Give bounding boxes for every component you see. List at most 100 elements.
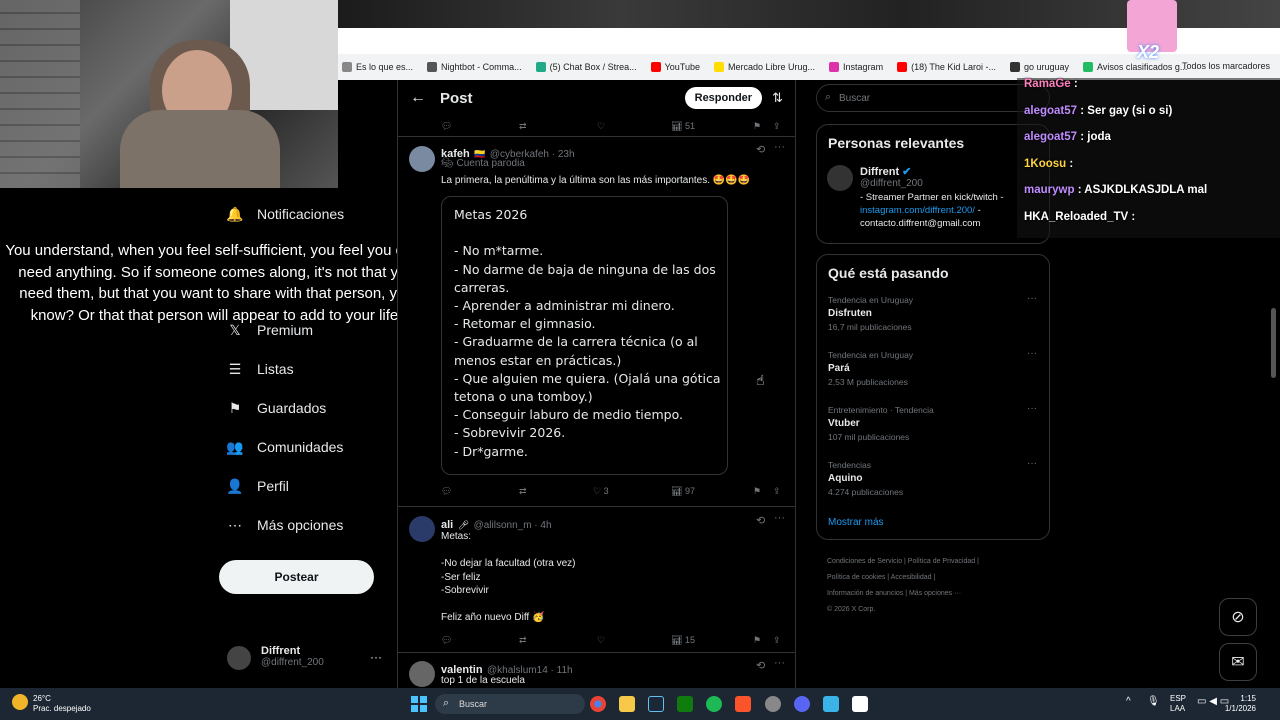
avatar[interactable]	[409, 516, 435, 542]
reply-icon[interactable]: 💬︎	[441, 121, 519, 132]
account-avatar[interactable]	[227, 646, 251, 670]
like-icon[interactable]: ♡ 3	[593, 486, 671, 497]
reply-icon[interactable]: 💬︎	[441, 486, 519, 497]
post-button[interactable]: Postear	[219, 560, 374, 594]
trend-more-icon[interactable]: ···	[1027, 403, 1037, 414]
file-explorer-icon[interactable]	[619, 696, 635, 712]
sidebar-item-bookmark[interactable]: ⚑ Guardados	[227, 400, 327, 417]
sidebar-item-more[interactable]: ⋯ Más opciones	[227, 517, 343, 534]
post-feed: ← Post Responder ⇅ 💬︎ ⇄ ♡ 📊︎ 51 ⚑ ⇪ kafe…	[397, 80, 796, 688]
avatar[interactable]	[409, 146, 435, 172]
bookmark-favicon-icon	[342, 62, 352, 72]
relevant-name[interactable]: Diffrent	[860, 166, 899, 178]
sidebar-item-profile[interactable]: 👤 Perfil	[226, 478, 289, 495]
views-icon[interactable]: 📊︎ 15	[671, 635, 753, 646]
language-indicator[interactable]: ESP LAA	[1170, 694, 1186, 714]
trend-more-icon[interactable]: ···	[1027, 293, 1037, 304]
tweet-valentin[interactable]: valentin @khalslum14 · 11h ⟲ ··· top 1 d…	[398, 652, 795, 688]
spotify-icon[interactable]	[706, 696, 722, 712]
share-icon[interactable]: ⇪	[773, 121, 781, 132]
sidebar-item-list[interactable]: ☰ Listas	[227, 361, 294, 378]
avatar[interactable]	[409, 661, 435, 687]
bookmark-icon[interactable]: ⚑	[753, 121, 773, 132]
like-icon[interactable]: ♡	[597, 635, 671, 646]
bookmark-favicon-icon	[650, 62, 661, 72]
trend-item[interactable]: Tendencia en Uruguay Pará 2,53 M publicaci…	[828, 350, 913, 387]
weather-icon[interactable]	[12, 694, 28, 710]
account-switcher[interactable]: Diffrent @diffrent_200	[261, 645, 324, 668]
share-icon[interactable]: ⇪	[773, 635, 781, 646]
xbox-icon[interactable]	[677, 696, 693, 712]
settings-icon[interactable]	[765, 696, 781, 712]
trend-name: Aquino	[828, 473, 863, 484]
bell-icon: 🔔	[226, 205, 244, 222]
chat-text: : ASJKDLKASJDLA mal	[1074, 184, 1208, 196]
bookmark-icon[interactable]: ⚑	[753, 635, 773, 646]
repost-icon[interactable]: ⇄	[519, 486, 593, 497]
bookmark-item[interactable]: (18) The Kid Laroi -...	[897, 62, 996, 72]
grok-icon[interactable]: ⟲	[756, 143, 765, 156]
brave-icon[interactable]	[735, 696, 751, 712]
reply-icon[interactable]: 💬︎	[441, 635, 519, 646]
sidebar-item-bell[interactable]: 🔔 Notificaciones	[226, 205, 344, 223]
filter-icon[interactable]: ⇅	[772, 90, 783, 106]
footer-row[interactable]: Información de anuncios | Más opciones ·…	[827, 586, 979, 602]
bookmark-item[interactable]: YouTube	[650, 62, 700, 72]
capcut-icon[interactable]	[852, 696, 868, 712]
bookmark-item[interactable]: Mercado Libre Urug...	[714, 62, 815, 72]
bookmark-item[interactable]: Nightbot - Comma...	[427, 62, 522, 72]
show-more-link[interactable]: Mostrar más	[828, 517, 884, 528]
chrome-icon[interactable]	[590, 696, 606, 712]
repost-icon[interactable]: ⇄	[519, 635, 597, 646]
bookmark-item[interactable]: go uruguay	[1009, 62, 1069, 72]
messages-button[interactable]: ✉	[1219, 643, 1257, 681]
grok-button[interactable]: ⊘	[1219, 598, 1257, 636]
bookmark-item[interactable]: Es lo que es...	[342, 62, 413, 72]
footer-row[interactable]: Condiciones de Servicio | Política de Pr…	[827, 554, 979, 570]
taskbar-search[interactable]: ⌕ Buscar	[435, 694, 585, 714]
taskbar-clock[interactable]: 1:15 1/1/2026	[1225, 694, 1256, 714]
footer-row[interactable]: Política de cookies | Accesibilidad |	[827, 570, 979, 586]
tray-chevron-icon[interactable]: ^	[1126, 696, 1131, 707]
tweet-more-icon[interactable]: ···	[774, 657, 785, 669]
bookmark-favicon-icon	[427, 62, 438, 72]
trend-item[interactable]: Tendencias Aquino 4.274 publicaciones	[828, 460, 903, 497]
chat-text: :	[1066, 157, 1074, 170]
tweet-more-icon[interactable]: ···	[774, 141, 785, 153]
back-arrow-icon[interactable]: ←	[410, 89, 440, 107]
bookmark-item[interactable]: Instagram	[829, 62, 883, 72]
grok-icon[interactable]: ⟲	[756, 659, 765, 672]
avatar[interactable]	[827, 165, 853, 191]
microphone-icon[interactable]: 🎙︎	[1147, 696, 1160, 707]
trend-item[interactable]: Entretenimiento · Tendencia Vtuber 107 mil…	[828, 405, 934, 442]
bookmark-item[interactable]: Avisos clasificados g...	[1083, 62, 1187, 72]
trend-more-icon[interactable]: ···	[1027, 348, 1037, 359]
share-icon[interactable]: ⇪	[773, 486, 781, 497]
discord-icon[interactable]	[794, 696, 810, 712]
views-icon[interactable]: 📊︎ 97	[671, 486, 753, 497]
tweet-ali[interactable]: ali 🎤︎ @alilsonn_m · 4h ⟲ ··· Metas: -No …	[398, 506, 795, 652]
bookmark-icon[interactable]: ⚑	[753, 486, 773, 497]
trend-more-icon[interactable]: ···	[1027, 458, 1037, 469]
repost-icon[interactable]: ⇄	[519, 121, 597, 132]
grok-icon[interactable]: ⟲	[756, 514, 765, 527]
reply-button[interactable]: Responder	[684, 87, 763, 109]
notepad-icon[interactable]	[823, 696, 839, 712]
start-icon[interactable]	[411, 696, 427, 712]
views-icon[interactable]: 📊︎ 51	[671, 121, 753, 132]
weather-widget[interactable]: 26°C Prac. despejado	[33, 694, 91, 714]
tweet-more-icon[interactable]: ···	[774, 512, 785, 524]
search-input[interactable]: ⌕ Buscar	[816, 84, 1050, 112]
steam-icon[interactable]	[648, 696, 664, 712]
relevant-link[interactable]: instagram.com/diffrent.200/	[860, 205, 975, 216]
bookmark-item[interactable]: (5) Chat Box / Strea...	[535, 62, 637, 72]
tweet-image[interactable]: Metas 2026 - No m*tarme. - No darme de b…	[441, 196, 728, 475]
all-bookmarks-link[interactable]: Todos los marcadores	[1182, 61, 1270, 71]
like-icon[interactable]: ♡	[597, 121, 671, 132]
trend-name: Vtuber	[828, 418, 860, 429]
tweet-kafeh[interactable]: kafeh 🇨🇴 @cyberkafeh · 23h ⟲ ··· 🎭︎ Cuen…	[398, 136, 795, 506]
trend-item[interactable]: Tendencia en Uruguay Disfruten 16,7 mil pu…	[828, 295, 913, 332]
account-more-icon[interactable]: ···	[370, 650, 382, 664]
sidebar-item-communities[interactable]: 👥 Comunidades	[226, 439, 343, 456]
scrollbar[interactable]	[1271, 308, 1276, 378]
